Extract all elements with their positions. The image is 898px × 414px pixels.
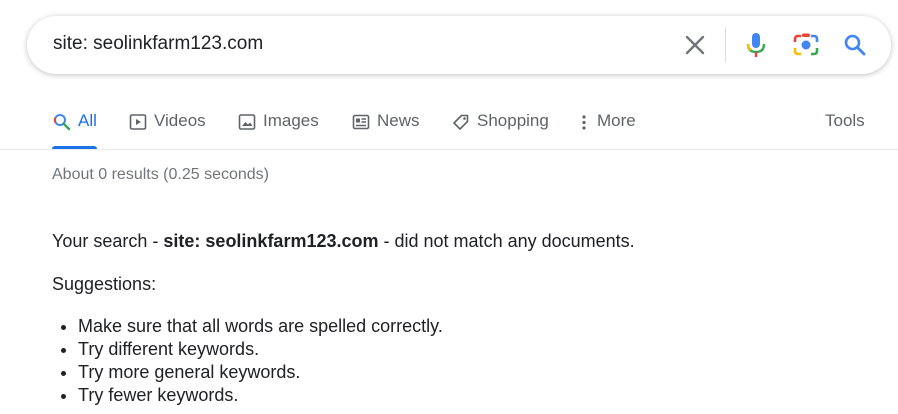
search-input[interactable]: site: seolinkfarm123.com bbox=[53, 33, 263, 55]
tab-images[interactable]: Images bbox=[237, 104, 319, 149]
microphone-icon[interactable] bbox=[739, 28, 773, 62]
more-vert-icon bbox=[577, 112, 591, 132]
news-icon bbox=[351, 112, 371, 132]
search-box-divider bbox=[725, 28, 726, 62]
tab-label: Images bbox=[263, 111, 319, 130]
tab-news[interactable]: News bbox=[351, 104, 420, 149]
suggestion-item: Try more general keywords. bbox=[78, 361, 443, 384]
suggestion-item: Try fewer keywords. bbox=[78, 384, 443, 407]
tab-label: All bbox=[78, 111, 97, 130]
suggestions-list: Make sure that all words are spelled cor… bbox=[52, 315, 443, 407]
search-icon bbox=[52, 112, 72, 132]
tab-label: News bbox=[377, 111, 420, 130]
video-icon bbox=[128, 112, 148, 132]
no-results-message: Your search - site: seolinkfarm123.com -… bbox=[52, 230, 635, 252]
tabs-divider bbox=[0, 149, 898, 150]
suggestion-item: Make sure that all words are spelled cor… bbox=[78, 315, 443, 338]
tab-more[interactable]: More bbox=[577, 104, 636, 149]
no-results-prefix: Your search - bbox=[52, 231, 164, 251]
camera-lens-icon[interactable] bbox=[789, 28, 823, 62]
tab-shopping[interactable]: Shopping bbox=[451, 104, 549, 149]
tab-label: Shopping bbox=[477, 111, 549, 130]
tools-label: Tools bbox=[825, 111, 865, 130]
tab-videos[interactable]: Videos bbox=[128, 104, 206, 149]
no-results-query: site: seolinkfarm123.com bbox=[163, 231, 379, 251]
tab-all[interactable]: All bbox=[52, 104, 97, 149]
tag-icon bbox=[451, 112, 471, 132]
result-stats: About 0 results (0.25 seconds) bbox=[52, 166, 270, 183]
image-icon bbox=[237, 112, 257, 132]
no-results-suffix: - did not match any documents. bbox=[378, 231, 635, 251]
search-tabs: All Videos Images News Shopping More Too… bbox=[0, 104, 898, 150]
search-icon[interactable] bbox=[838, 28, 872, 62]
tools-button[interactable]: Tools bbox=[825, 104, 865, 149]
search-box[interactable]: site: seolinkfarm123.com bbox=[27, 16, 891, 74]
suggestions-title: Suggestions: bbox=[52, 274, 157, 294]
tab-label: More bbox=[597, 111, 636, 130]
clear-icon[interactable] bbox=[678, 28, 712, 62]
tab-label: Videos bbox=[154, 111, 206, 130]
suggestion-item: Try different keywords. bbox=[78, 338, 443, 361]
